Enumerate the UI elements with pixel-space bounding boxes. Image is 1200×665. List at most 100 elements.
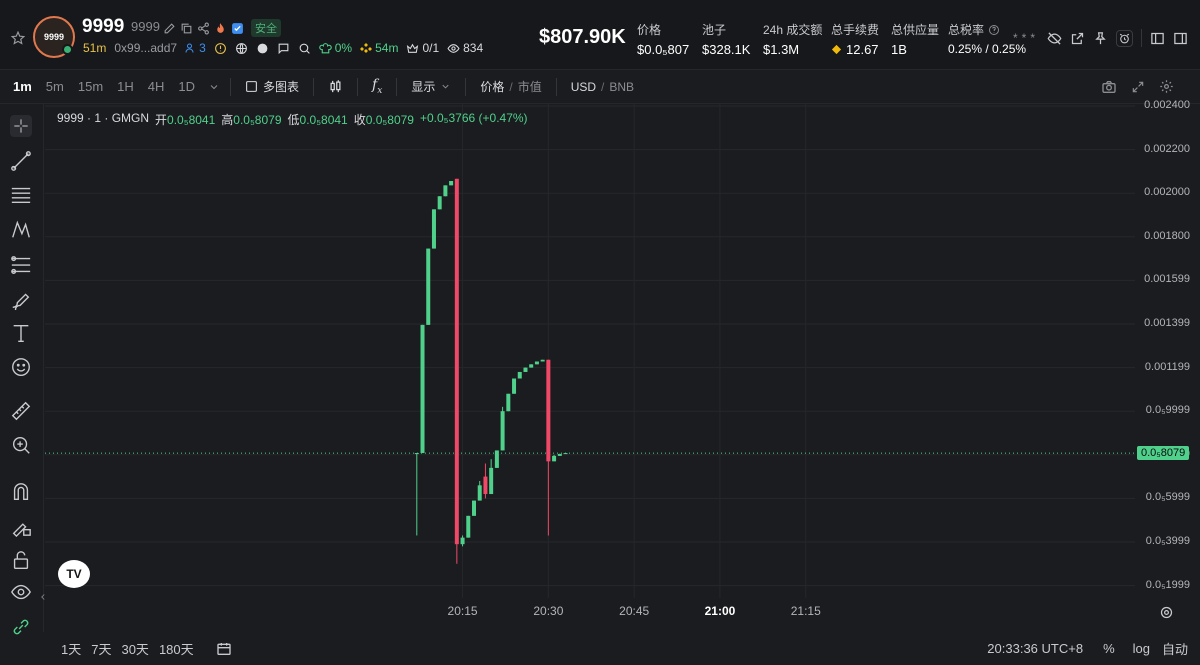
unlock-icon[interactable] (10, 549, 32, 571)
trendline-icon[interactable] (10, 150, 32, 172)
multi-chart-button[interactable]: 多图表 (235, 78, 309, 95)
holders[interactable]: 3 (185, 41, 206, 55)
token-header: 9999 9999 9999 安全 51m 0x99...add7 3 0% 5… (0, 0, 1200, 70)
candle[interactable] (431, 209, 436, 249)
magnet-icon[interactable] (10, 481, 32, 503)
price-chart[interactable] (45, 104, 1135, 598)
candle[interactable] (443, 185, 448, 197)
candle-type-button[interactable] (318, 79, 353, 94)
candle[interactable] (552, 454, 557, 462)
percent-toggle[interactable]: % (1103, 641, 1115, 656)
candle[interactable] (534, 361, 539, 365)
candle[interactable] (529, 364, 534, 368)
brush-icon[interactable] (10, 288, 32, 310)
candle[interactable] (426, 248, 431, 325)
more-dots-icon[interactable]: *** (1013, 31, 1039, 45)
candle[interactable] (500, 406, 505, 451)
timeframe-15m[interactable]: 15m (71, 79, 110, 94)
crosshair-icon[interactable] (10, 115, 32, 137)
alarm-icon[interactable] (1116, 29, 1133, 47)
candle-body (563, 453, 568, 455)
candle[interactable] (483, 463, 488, 499)
timeframe-1d[interactable]: 1D (171, 79, 202, 94)
external-link-icon[interactable] (1070, 31, 1085, 46)
visibility-icon[interactable] (10, 581, 32, 603)
fib-icon[interactable] (10, 254, 32, 276)
candle[interactable] (506, 393, 511, 412)
candle[interactable] (494, 450, 499, 468)
timeframe-1m[interactable]: 1m (6, 79, 39, 94)
sidebar-toggle-icon[interactable] (1150, 31, 1165, 46)
time-axis[interactable]: 20:15 20:30 20:45 21:00 21:15 (45, 600, 1135, 624)
panel-icon[interactable] (1173, 31, 1188, 46)
timeframe-1h[interactable]: 1H (110, 79, 141, 94)
tradingview-logo[interactable]: TV (58, 560, 90, 588)
currency-toggle[interactable]: USD / BNB (561, 80, 644, 94)
price-axis[interactable]: 0.002400 0.002200 0.002000 0.001800 0.001599… (1135, 99, 1200, 598)
timeframe-5m[interactable]: 5m (39, 79, 71, 94)
lock-draw-icon[interactable] (10, 515, 32, 537)
token-address[interactable]: 0x99...add7 (114, 41, 177, 55)
candle[interactable] (489, 459, 494, 495)
camera-icon[interactable] (1101, 79, 1117, 95)
candle[interactable] (517, 371, 522, 379)
warning-icon[interactable] (214, 42, 227, 55)
candle[interactable] (449, 180, 454, 186)
candle[interactable] (512, 378, 517, 394)
candle[interactable] (437, 196, 442, 210)
range-30d[interactable]: 30天 (121, 639, 148, 658)
range-1d[interactable]: 1天 (61, 639, 81, 658)
bnb-stat: 54m (360, 41, 398, 55)
clock[interactable]: 20:33:36 UTC+8 (987, 641, 1083, 656)
views-stat: 834 (447, 41, 483, 55)
copy-icon[interactable] (180, 22, 193, 35)
bnb-icon (360, 42, 373, 54)
horizontal-lines-icon[interactable] (10, 184, 32, 206)
emoji-icon[interactable] (10, 356, 32, 378)
ruler-icon[interactable] (10, 400, 32, 422)
candle[interactable] (460, 535, 465, 547)
share-icon[interactable] (197, 22, 210, 35)
log-toggle[interactable]: log (1133, 641, 1150, 656)
auto-toggle[interactable]: 自动 (1162, 639, 1188, 658)
range-7d[interactable]: 7天 (91, 639, 111, 658)
chat-icon[interactable] (277, 42, 290, 55)
pattern-icon[interactable] (10, 219, 32, 241)
axis-settings-icon[interactable] (1159, 605, 1174, 620)
hide-icon[interactable] (1047, 31, 1062, 46)
help-icon[interactable] (988, 24, 1000, 36)
candle[interactable] (523, 367, 528, 372)
star-icon[interactable] (11, 31, 25, 45)
community-icon[interactable] (256, 42, 269, 55)
candle[interactable] (454, 178, 459, 564)
chevron-down-icon[interactable] (208, 81, 220, 93)
zoom-in-icon[interactable] (10, 434, 32, 456)
pin-icon[interactable] (1093, 31, 1108, 46)
candle[interactable] (466, 515, 471, 538)
candle[interactable] (546, 359, 551, 536)
indicators-button[interactable]: fx (362, 77, 392, 96)
display-button[interactable]: 显示 (401, 78, 461, 95)
token-name[interactable]: 9999 (82, 16, 124, 38)
candle[interactable] (563, 453, 568, 455)
fullscreen-icon[interactable] (1131, 80, 1145, 94)
timeframe-4h[interactable]: 4H (141, 79, 172, 94)
chef-icon (319, 42, 332, 55)
candle[interactable] (472, 500, 476, 516)
range-180d[interactable]: 180天 (159, 639, 194, 658)
candle[interactable] (557, 453, 562, 456)
divider (396, 77, 398, 96)
candle[interactable] (477, 480, 482, 501)
link-icon[interactable] (10, 616, 32, 638)
text-icon[interactable] (10, 322, 32, 344)
stat-label: 池子 (702, 23, 727, 37)
price-mcap-toggle[interactable]: 价格 / 市值 (470, 78, 551, 95)
edit-icon[interactable] (163, 22, 176, 35)
search-icon[interactable] (298, 42, 311, 55)
globe-icon[interactable] (235, 42, 248, 55)
date-range-icon[interactable] (216, 641, 232, 657)
candle[interactable] (420, 324, 425, 454)
candle[interactable] (540, 359, 545, 362)
settings-icon[interactable] (1159, 79, 1174, 94)
candle[interactable] (414, 453, 419, 536)
